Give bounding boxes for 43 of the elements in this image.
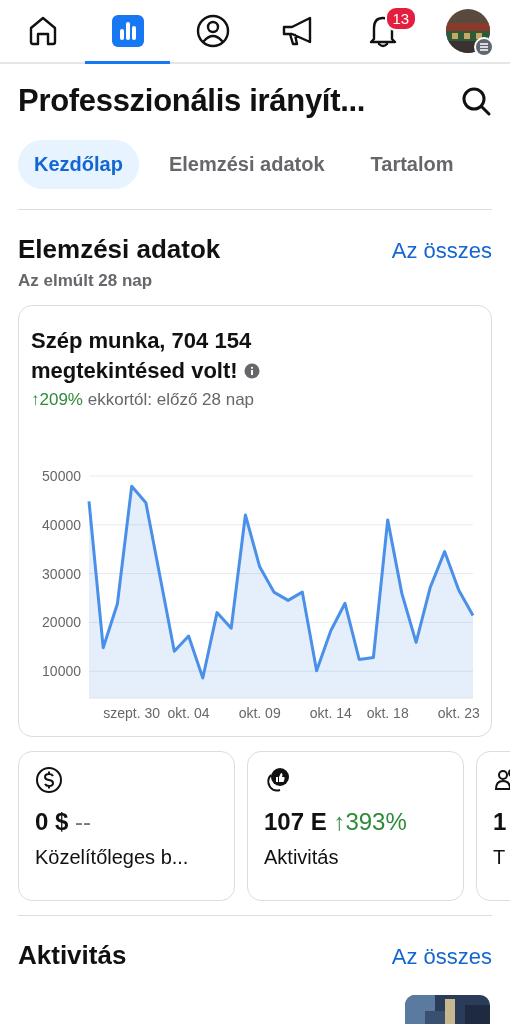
- notification-badge: 13: [384, 6, 418, 31]
- axis-label: okt. 09: [238, 705, 281, 721]
- metric-value: 1: [493, 808, 507, 835]
- tab[interactable]: Tartalom: [354, 140, 470, 189]
- axis-label: 40000: [42, 516, 81, 533]
- period-label: Az elmúlt 28 nap: [17, 270, 154, 292]
- bar-chart-icon: [111, 14, 144, 47]
- metric-change: ↑393%: [333, 808, 407, 835]
- see-all-link[interactable]: Az összes: [391, 944, 492, 970]
- axis-label: 20000: [42, 614, 81, 631]
- change-percent: ↑209%: [31, 390, 83, 409]
- axis-label: 30000: [42, 565, 81, 582]
- metric-label: T: [493, 846, 507, 869]
- metric-value: 0 $: [35, 808, 69, 835]
- card-headline: Szép munka, 704 154 megtekintésed volt!: [31, 326, 321, 386]
- menu-icon[interactable]: [473, 36, 494, 57]
- axis-label: szept. 30: [103, 705, 161, 721]
- dollar-icon: [35, 766, 63, 794]
- nav-tab[interactable]: 13: [340, 0, 425, 64]
- axis-label: okt. 04: [167, 705, 210, 721]
- axis-label: okt. 23: [437, 705, 480, 721]
- see-all-link[interactable]: Az összes: [391, 238, 492, 264]
- axis-label: 10000: [42, 663, 81, 680]
- axis-label: okt. 14: [309, 705, 352, 721]
- metric-card[interactable]: 107 E ↑393% Aktivitás: [247, 751, 464, 901]
- tab[interactable]: Elemzési adatok: [152, 140, 341, 189]
- metric-value: 107 E: [264, 808, 327, 835]
- tab[interactable]: Kezdőlap: [18, 140, 139, 189]
- comparison-label: ekkortól: előző 28 nap: [87, 390, 255, 409]
- metric-card[interactable]: 0 $ -- Közelítőleges b...: [18, 751, 235, 901]
- metric-label: Aktivitás: [264, 846, 340, 869]
- thumbs-up-icon: [264, 766, 292, 794]
- search-icon[interactable]: [460, 85, 492, 117]
- metric-card[interactable]: 1 T: [476, 751, 510, 901]
- profile-icon: [194, 12, 231, 49]
- axis-label: okt. 18: [366, 705, 409, 721]
- metric-label: Közelítőleges b...: [35, 846, 190, 869]
- info-icon[interactable]: [243, 363, 260, 379]
- axis-label: 50000: [42, 468, 81, 484]
- section-title: Aktivitás: [18, 940, 127, 971]
- page-title: Professzionális irányít...: [18, 83, 366, 119]
- metric-change: --: [75, 808, 92, 835]
- section-title: Elemzési adatok: [18, 234, 221, 265]
